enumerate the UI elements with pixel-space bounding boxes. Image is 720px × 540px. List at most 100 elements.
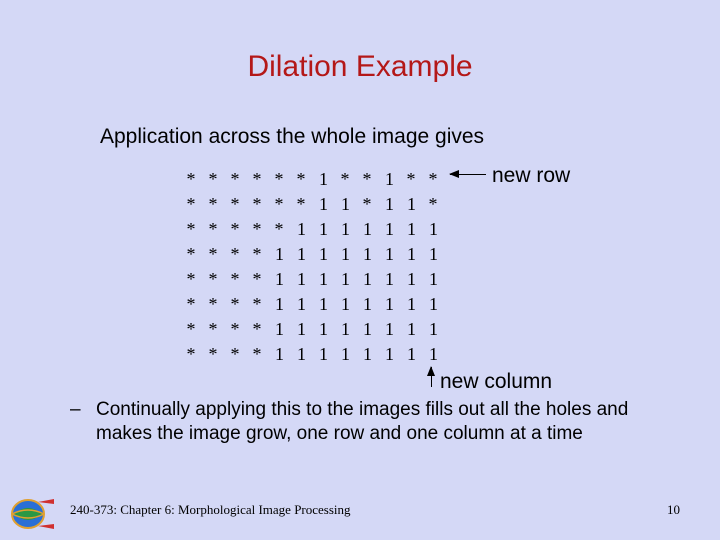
grid-cell: 1 bbox=[400, 266, 422, 291]
grid-cell: * bbox=[180, 166, 202, 191]
grid-cell: * bbox=[224, 166, 246, 191]
grid-cell: * bbox=[180, 266, 202, 291]
grid-cell: 1 bbox=[400, 316, 422, 341]
grid-cell: * bbox=[356, 191, 378, 216]
bullet-text: Continually applying this to the images … bbox=[96, 398, 660, 446]
grid-cell: * bbox=[180, 241, 202, 266]
grid-cell: * bbox=[246, 316, 268, 341]
grid-cell: * bbox=[180, 341, 202, 366]
grid-cell: 1 bbox=[334, 291, 356, 316]
grid-cell: 1 bbox=[312, 341, 334, 366]
new-row-label: new row bbox=[492, 164, 570, 188]
grid-cell: 1 bbox=[290, 241, 312, 266]
slide: Dilation Example Application across the … bbox=[0, 0, 720, 540]
grid-cell: 1 bbox=[378, 291, 400, 316]
grid-cell: 1 bbox=[268, 241, 290, 266]
grid-cell: 1 bbox=[312, 291, 334, 316]
bullet-item: – Continually applying this to the image… bbox=[70, 398, 660, 446]
grid-cell: 1 bbox=[290, 316, 312, 341]
grid-cell: 1 bbox=[400, 341, 422, 366]
grid-cell: 1 bbox=[290, 291, 312, 316]
grid-cell: * bbox=[290, 166, 312, 191]
grid-cell: 1 bbox=[268, 316, 290, 341]
grid-cell: * bbox=[400, 166, 422, 191]
grid-cell: 1 bbox=[378, 241, 400, 266]
grid-cell: * bbox=[246, 191, 268, 216]
grid-cell: * bbox=[246, 216, 268, 241]
grid-cell: * bbox=[246, 341, 268, 366]
grid-cell: * bbox=[202, 241, 224, 266]
grid-cell: * bbox=[224, 341, 246, 366]
grid-cell: * bbox=[422, 191, 444, 216]
grid-row: ******11*11* bbox=[180, 191, 444, 216]
grid-cell: * bbox=[290, 191, 312, 216]
grid-cell: 1 bbox=[378, 166, 400, 191]
grid-row: ****11111111 bbox=[180, 341, 444, 366]
grid-cell: 1 bbox=[422, 241, 444, 266]
grid-cell: 1 bbox=[400, 241, 422, 266]
grid-cell: 1 bbox=[334, 341, 356, 366]
grid-cell: 1 bbox=[290, 341, 312, 366]
grid-cell: 1 bbox=[356, 316, 378, 341]
grid-cell: 1 bbox=[422, 341, 444, 366]
grid-cell: * bbox=[202, 166, 224, 191]
grid-cell: 1 bbox=[422, 316, 444, 341]
grid-cell: * bbox=[180, 291, 202, 316]
grid-cell: 1 bbox=[268, 291, 290, 316]
grid-row: ****11111111 bbox=[180, 291, 444, 316]
grid-cell: 1 bbox=[312, 266, 334, 291]
grid-cell: 1 bbox=[312, 191, 334, 216]
grid-cell: 1 bbox=[356, 266, 378, 291]
grid-cell: 1 bbox=[334, 316, 356, 341]
grid-cell: * bbox=[202, 191, 224, 216]
grid-cell: 1 bbox=[268, 266, 290, 291]
globe-logo-icon bbox=[8, 496, 56, 532]
grid-cell: 1 bbox=[312, 166, 334, 191]
grid-cell: 1 bbox=[356, 291, 378, 316]
grid-row: ****11111111 bbox=[180, 241, 444, 266]
grid-cell: * bbox=[246, 266, 268, 291]
footer-page-number: 10 bbox=[667, 502, 680, 518]
grid-cell: * bbox=[180, 191, 202, 216]
arrow-up-icon bbox=[431, 367, 432, 387]
grid-cell: 1 bbox=[356, 241, 378, 266]
arrow-left-icon bbox=[450, 174, 486, 175]
footer-chapter: 240-373: Chapter 6: Morphological Image … bbox=[70, 502, 351, 518]
grid-cell: 1 bbox=[422, 291, 444, 316]
grid-cell: 1 bbox=[422, 266, 444, 291]
grid-cell: 1 bbox=[334, 266, 356, 291]
grid-cell: * bbox=[334, 166, 356, 191]
grid-cell: 1 bbox=[334, 191, 356, 216]
grid-cell: * bbox=[268, 216, 290, 241]
grid-cell: * bbox=[246, 291, 268, 316]
grid-cell: 1 bbox=[400, 291, 422, 316]
grid-row: *****1111111 bbox=[180, 216, 444, 241]
slide-subtitle: Application across the whole image gives bbox=[100, 125, 484, 149]
grid-cell: 1 bbox=[312, 241, 334, 266]
grid-cell: * bbox=[202, 316, 224, 341]
grid-row: ******1**1** bbox=[180, 166, 444, 191]
grid-cell: 1 bbox=[290, 266, 312, 291]
grid-cell: 1 bbox=[378, 266, 400, 291]
grid-cell: * bbox=[202, 216, 224, 241]
grid-cell: * bbox=[268, 191, 290, 216]
grid-cell: * bbox=[224, 316, 246, 341]
grid-cell: 1 bbox=[356, 216, 378, 241]
grid-cell: 1 bbox=[356, 341, 378, 366]
grid-cell: 1 bbox=[378, 341, 400, 366]
grid-row: ****11111111 bbox=[180, 316, 444, 341]
grid-cell: * bbox=[202, 341, 224, 366]
grid-cell: 1 bbox=[400, 216, 422, 241]
slide-title: Dilation Example bbox=[0, 50, 720, 84]
grid-cell: * bbox=[246, 241, 268, 266]
grid-cell: * bbox=[356, 166, 378, 191]
grid-cell: * bbox=[246, 166, 268, 191]
grid-cell: * bbox=[224, 216, 246, 241]
grid-cell: 1 bbox=[400, 191, 422, 216]
grid-cell: 1 bbox=[378, 316, 400, 341]
grid-cell: 1 bbox=[334, 216, 356, 241]
new-column-label: new column bbox=[440, 370, 552, 394]
grid-cell: * bbox=[224, 266, 246, 291]
grid-cell: * bbox=[224, 191, 246, 216]
grid-cell: * bbox=[180, 316, 202, 341]
